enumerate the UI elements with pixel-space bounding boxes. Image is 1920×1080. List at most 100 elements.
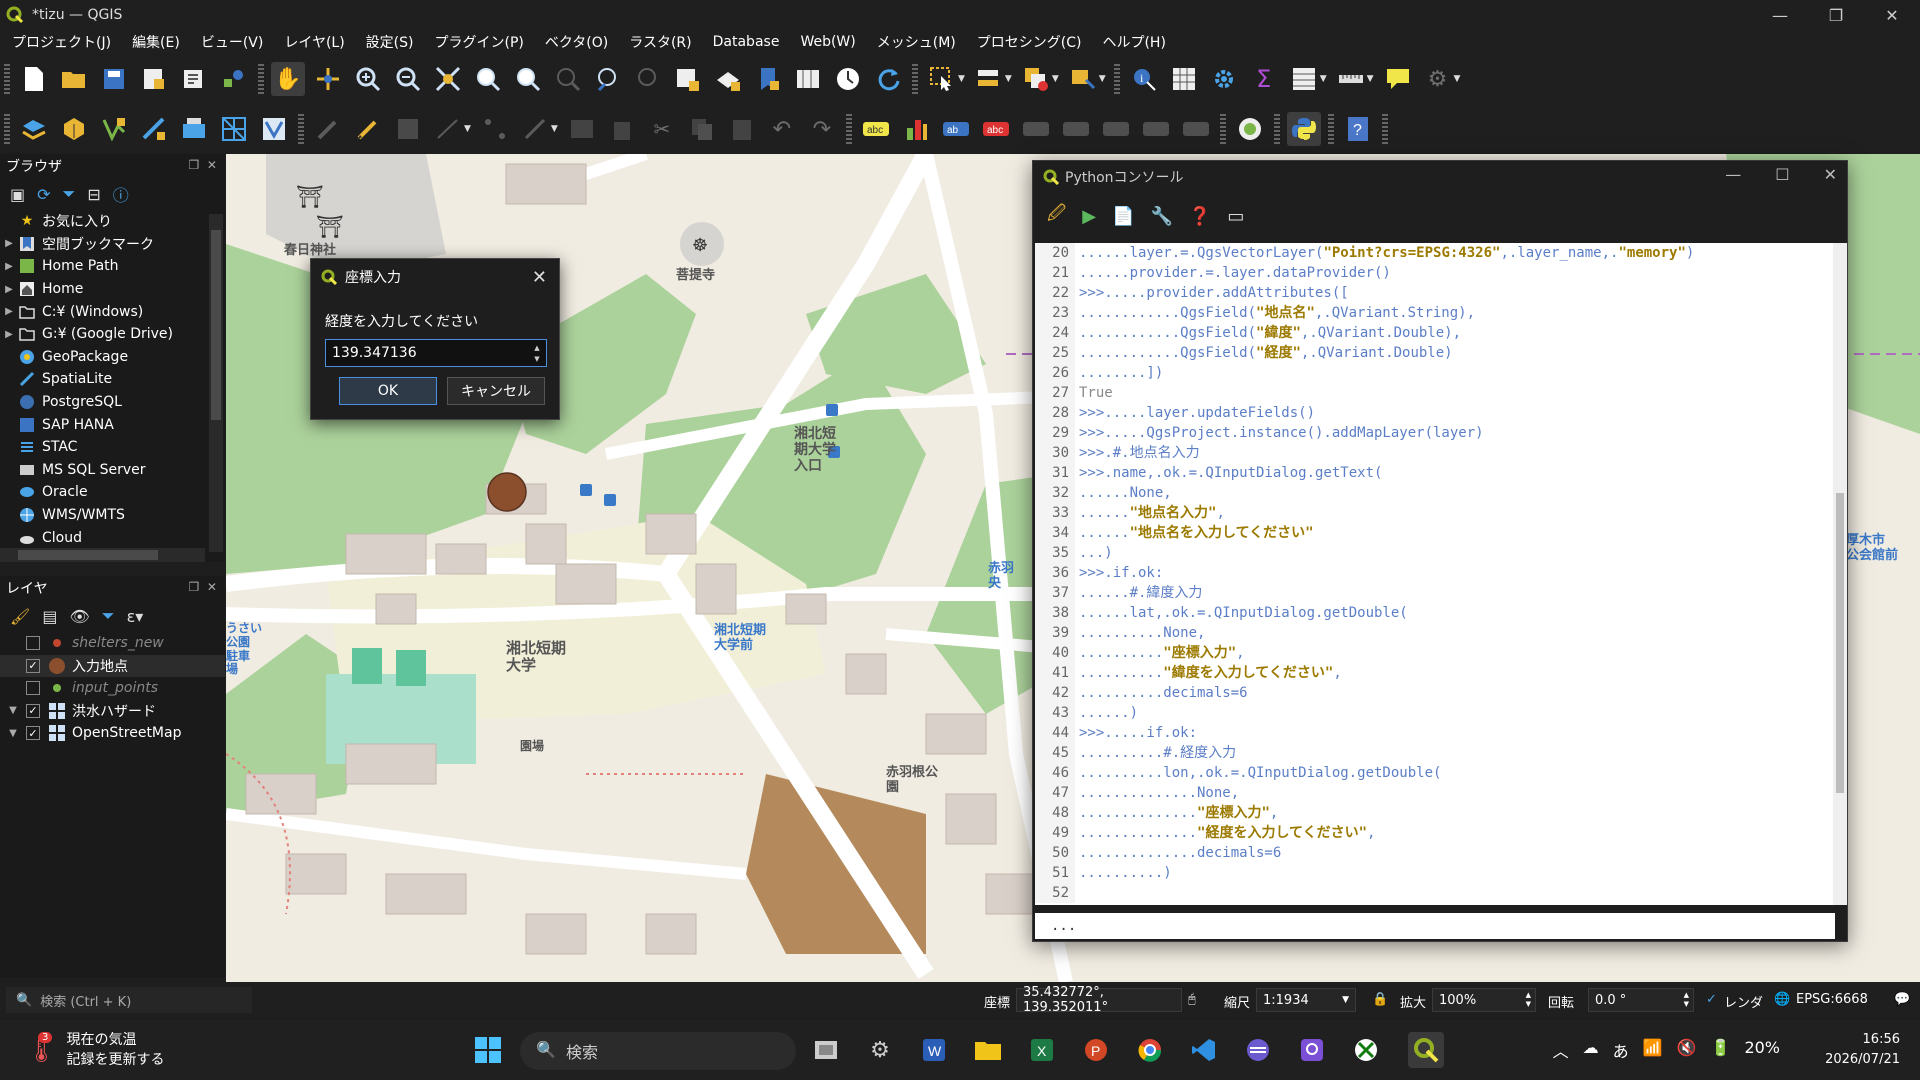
menu-database[interactable]: Database xyxy=(701,34,789,50)
browser-item-oracle[interactable]: Oracle xyxy=(0,481,225,504)
zoom-in-icon[interactable] xyxy=(351,62,385,96)
style-manager-icon[interactable] xyxy=(217,62,251,96)
console-input[interactable]: ... xyxy=(1035,913,1835,939)
network-warning-icon[interactable]: ☁ xyxy=(1583,1038,1599,1062)
show-bookmarks-icon[interactable] xyxy=(791,62,825,96)
browser-item-stac[interactable]: STAC xyxy=(0,436,225,459)
spin-icon[interactable]: ▲ ▼ xyxy=(1526,991,1531,1009)
scale-field[interactable]: 1:1934 ▼ xyxy=(1256,988,1356,1012)
modify-attributes-icon[interactable] xyxy=(518,112,552,146)
menu-plugins[interactable]: プラグイン(P) xyxy=(422,32,532,52)
close-icon[interactable]: ✕ xyxy=(532,267,547,288)
browser-item-postgresql[interactable]: PostgreSQL xyxy=(0,391,225,414)
browser-item-geopackage[interactable]: GeoPackage xyxy=(0,346,225,369)
temporal-controller-icon[interactable] xyxy=(831,62,865,96)
layer-visibility-checkbox[interactable] xyxy=(26,636,40,651)
label-properties-icon[interactable] xyxy=(1179,112,1213,146)
spin-buttons[interactable]: ▲ ▼ xyxy=(530,342,544,364)
menu-web[interactable]: Web(W) xyxy=(788,34,864,50)
toolbar-grip[interactable] xyxy=(258,64,264,94)
volume-muted-icon[interactable]: 🔇 xyxy=(1677,1038,1697,1062)
spin-icon[interactable]: ▲ ▼ xyxy=(1684,991,1689,1009)
magnifier-field[interactable]: 100% ▲ ▼ xyxy=(1432,988,1536,1012)
browser-item-cloud[interactable]: Cloud xyxy=(0,526,225,549)
pan-to-selection-icon[interactable] xyxy=(311,62,345,96)
menu-mesh[interactable]: メッシュ(M) xyxy=(865,32,965,52)
layer-openstreetmap[interactable]: ▼ ✓ OpenStreetMap xyxy=(0,722,225,745)
toggle-editing-icon[interactable] xyxy=(351,112,385,146)
select-location-icon[interactable] xyxy=(1066,62,1100,96)
python-console-icon[interactable] xyxy=(1286,112,1321,146)
toolbar-grip[interactable] xyxy=(4,64,10,94)
edit-table-icon[interactable] xyxy=(565,112,599,146)
browser-item-sap-hana[interactable]: SAP HANA xyxy=(0,413,225,436)
chevron-down-icon[interactable]: ▼ xyxy=(1005,74,1012,84)
console-scrollbar[interactable] xyxy=(1833,243,1847,905)
highlight-pinned-labels-icon[interactable]: ab xyxy=(939,112,973,146)
expand-arrow-icon[interactable]: ▼ xyxy=(6,705,20,716)
open-project-icon[interactable] xyxy=(57,62,91,96)
add-layer-icon[interactable]: ▣ xyxy=(10,185,25,204)
layout-manager-icon[interactable] xyxy=(177,62,211,96)
taskbar-search[interactable]: 🔍 検索 xyxy=(520,1032,796,1070)
vertex-tool-icon[interactable] xyxy=(478,112,512,146)
chevron-down-icon[interactable]: ▼ xyxy=(464,124,471,134)
menu-help[interactable]: ヘルプ(H) xyxy=(1090,32,1174,52)
chevron-down-icon[interactable]: ▼ xyxy=(1454,74,1461,84)
task-view-icon[interactable] xyxy=(808,1032,844,1068)
select-by-value-icon[interactable] xyxy=(972,62,1006,96)
start-windows-icon[interactable] xyxy=(470,1032,506,1068)
layer-input-point[interactable]: ✓ 入力地点 xyxy=(0,654,225,677)
measure-line-icon[interactable] xyxy=(1334,62,1368,96)
current-edits-icon[interactable] xyxy=(311,112,345,146)
layer-visibility-checkbox[interactable]: ✓ xyxy=(26,726,40,741)
run-command-icon[interactable]: ▶ xyxy=(1082,206,1096,227)
browser-item-home-path[interactable]: ▶ Home Path xyxy=(0,255,225,278)
labeling-icon[interactable]: abc xyxy=(859,112,893,146)
excel-icon[interactable]: X xyxy=(1024,1032,1060,1068)
move-label-icon[interactable] xyxy=(1059,112,1093,146)
locator-search[interactable]: 🔍 検索 (Ctrl + K) xyxy=(6,987,252,1013)
collapse-all-icon[interactable]: ⊟ xyxy=(87,185,100,204)
layer-styling-icon[interactable]: 🖌 xyxy=(10,607,30,626)
manage-visibility-eye-icon[interactable]: 👁 xyxy=(69,607,89,626)
menu-project[interactable]: プロジェクト(J) xyxy=(0,32,120,52)
zoom-full-icon[interactable] xyxy=(431,62,465,96)
processing-toolbox-icon[interactable] xyxy=(1207,62,1241,96)
app-icon-teams[interactable] xyxy=(1294,1032,1330,1068)
browser-item-home[interactable]: ▶ Home xyxy=(0,278,225,301)
zoom-to-selection-icon[interactable] xyxy=(471,62,505,96)
save-edits-icon[interactable] xyxy=(391,112,425,146)
new-map-view-icon[interactable] xyxy=(671,62,705,96)
qgis-taskbar-icon[interactable] xyxy=(1408,1032,1444,1068)
minimize-button[interactable]: — xyxy=(1752,0,1808,30)
panel-float-close-icons[interactable]: ❐ ✕ xyxy=(189,158,217,172)
powerpoint-icon[interactable]: P xyxy=(1078,1032,1114,1068)
info-icon[interactable]: ⓘ xyxy=(113,182,129,206)
options-wrench-icon[interactable]: 🔧 xyxy=(1150,206,1172,227)
help-icon[interactable]: ❓ xyxy=(1189,206,1211,227)
layer-visibility-checkbox[interactable] xyxy=(26,681,40,696)
layer-visibility-checkbox[interactable]: ✓ xyxy=(26,703,40,718)
zoom-next-icon[interactable] xyxy=(631,62,665,96)
close-button[interactable]: ✕ xyxy=(1864,0,1920,30)
statistical-summary-icon[interactable]: Σ xyxy=(1247,62,1281,96)
pan-map-icon[interactable]: ✋ xyxy=(271,62,305,96)
toolbar-grip[interactable] xyxy=(845,114,852,144)
help-icon[interactable]: ? xyxy=(1341,112,1375,146)
lock-scale-icon[interactable]: 🔒 xyxy=(1372,992,1388,1007)
app-icon-purple[interactable] xyxy=(1240,1032,1276,1068)
undo-icon[interactable]: ↶ xyxy=(765,112,799,146)
diagram-options-icon[interactable] xyxy=(899,112,933,146)
expand-arrow-icon[interactable]: ▼ xyxy=(6,728,20,739)
browser-item-wms-wmts[interactable]: WMS/WMTS xyxy=(0,504,225,527)
refresh-icon[interactable]: ⟳ xyxy=(37,185,50,204)
minimize-button[interactable]: — xyxy=(1725,165,1741,184)
menu-edit[interactable]: 編集(E) xyxy=(120,32,189,52)
ime-indicator[interactable]: あ xyxy=(1613,1038,1629,1062)
toolbar-grip[interactable] xyxy=(912,64,918,94)
console-output[interactable]: 20 ......layer.=.QgsVectorLayer("Point?cr… xyxy=(1035,243,1835,905)
filter-legend-icon[interactable]: ⏷ xyxy=(102,606,115,626)
redo-icon[interactable]: ↷ xyxy=(805,112,839,146)
chevron-down-icon[interactable]: ▼ xyxy=(1367,74,1374,84)
